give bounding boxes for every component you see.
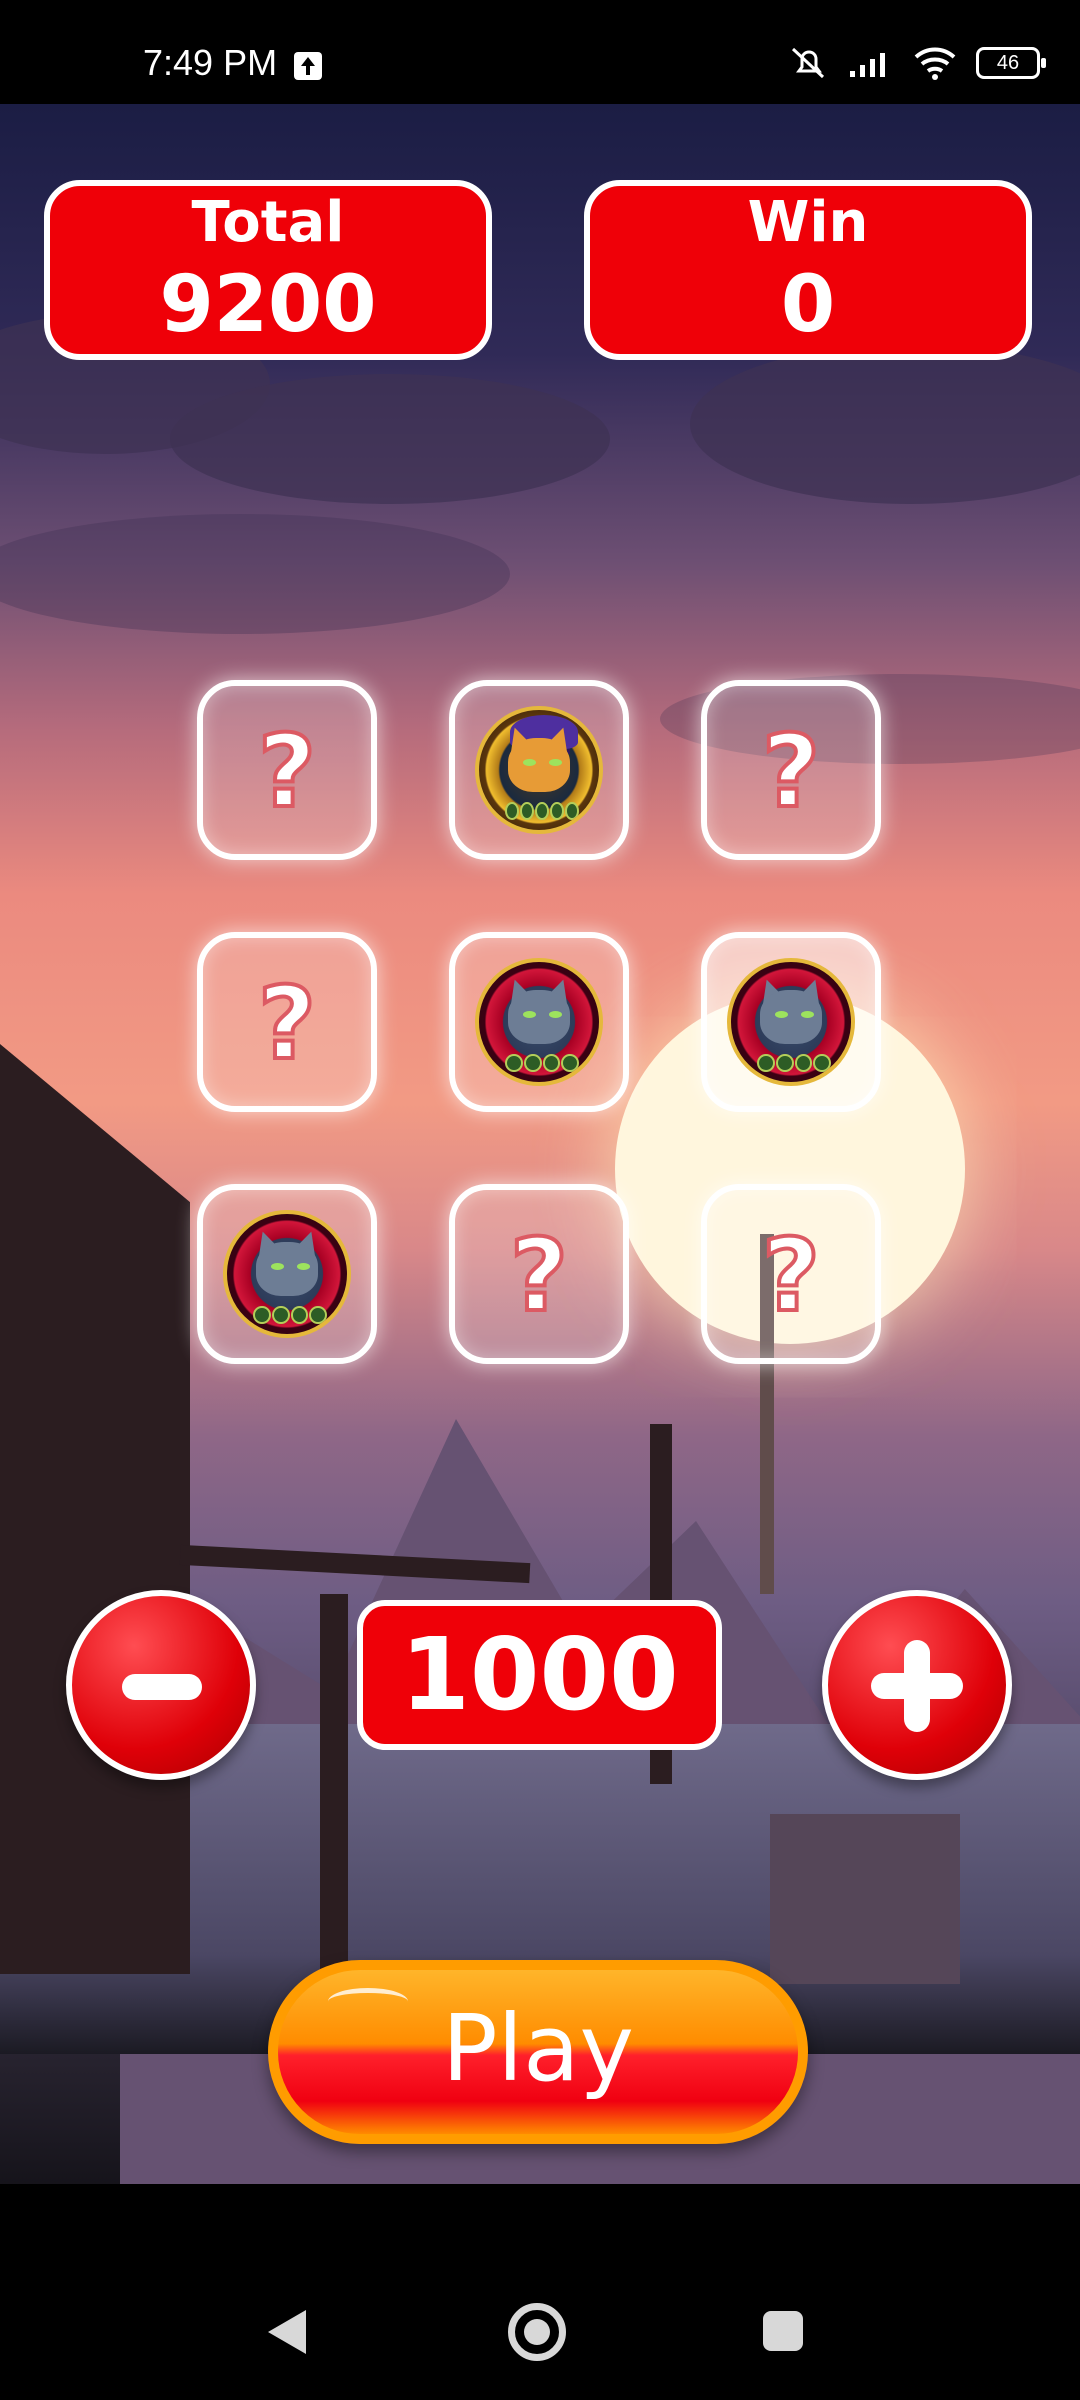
total-value: 9200 [159, 260, 377, 350]
recent-apps-icon[interactable] [763, 2311, 803, 2351]
decrease-bet-button[interactable] [66, 1590, 256, 1780]
gray-cat-coin-icon [475, 958, 603, 1086]
grid-tile-6[interactable] [701, 932, 881, 1112]
grid-tile-3[interactable]: ? [701, 680, 881, 860]
grid-tile-5[interactable] [449, 932, 629, 1112]
total-label: Total [191, 190, 345, 255]
left-dock [0, 1044, 190, 1974]
grid-tile-9[interactable]: ? [701, 1184, 881, 1364]
battery-icon: 46 [976, 47, 1046, 79]
upload-icon [294, 52, 322, 80]
grid-tile-7[interactable] [197, 1184, 377, 1364]
sunset-harbor-background [0, 104, 1080, 2184]
wifi-icon [914, 47, 956, 80]
gold-cat-coin-icon [475, 706, 603, 834]
grid-tile-1[interactable]: ? [197, 680, 377, 860]
signal-icon [850, 53, 885, 77]
system-navigation-bar [0, 2184, 1080, 2400]
play-button[interactable]: Play [268, 1960, 808, 2144]
status-bar: 7:49 PM 46 [0, 0, 1080, 104]
cloud [170, 374, 610, 504]
increase-bet-button[interactable] [822, 1590, 1012, 1780]
play-shine [328, 1988, 408, 2015]
pier [770, 1814, 960, 1984]
win-panel: Win 0 [584, 180, 1032, 360]
question-mark-icon: ? [760, 711, 822, 832]
minus-icon [122, 1674, 202, 1700]
cloud [690, 344, 1080, 504]
question-mark-icon: ? [256, 963, 318, 1084]
dock-post [320, 1594, 348, 2024]
status-icons: 46 [788, 45, 1046, 81]
grid-tile-8[interactable]: ? [449, 1184, 629, 1364]
status-time: 7:49 PM [143, 42, 278, 83]
back-icon[interactable] [268, 2310, 306, 2354]
gray-cat-coin-icon [727, 958, 855, 1086]
bet-amount: 1000 [357, 1600, 722, 1750]
plus-icon [904, 1640, 930, 1732]
win-label: Win [747, 190, 869, 255]
muted-bell-icon [791, 47, 825, 79]
win-value: 0 [780, 260, 836, 350]
total-panel: Total 9200 [44, 180, 492, 360]
question-mark-icon: ? [256, 711, 318, 832]
question-mark-icon: ? [760, 1215, 822, 1336]
gray-cat-coin-icon [223, 1210, 351, 1338]
grid-tile-4[interactable]: ? [197, 932, 377, 1112]
home-icon[interactable] [508, 2303, 566, 2361]
grid-tile-2[interactable] [449, 680, 629, 860]
cloud [0, 514, 510, 634]
play-label: Play [442, 1995, 634, 2102]
question-mark-icon: ? [508, 1215, 570, 1336]
